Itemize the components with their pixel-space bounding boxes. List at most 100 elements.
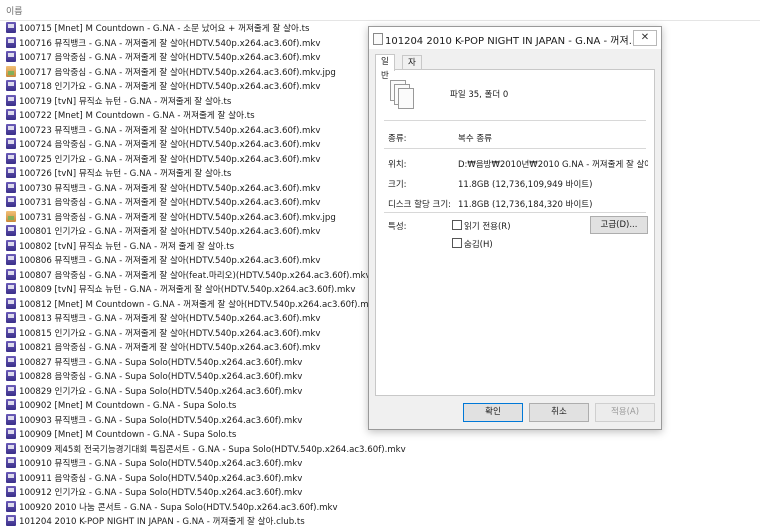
file-name: 100815 인기가요 - G.NA - 꺼져줄게 잘 살아(HDTV.540p… <box>19 328 321 339</box>
size-value: 11.8GB (12,736,109,949 바이트) <box>458 180 593 190</box>
file-name: 100724 음악중심 - G.NA - 꺼져줄게 잘 살아(HDTV.540p… <box>19 140 321 150</box>
advanced-button[interactable]: 고급(D)... <box>590 216 648 234</box>
readonly-label[interactable]: 읽기 전용(R) <box>464 220 511 232</box>
file-name: 100902 [Mnet] M Countdown - G.NA - Supa … <box>19 401 237 411</box>
dialog-title: 101204 2010 K-POP NIGHT IN JAPAN - G.NA … <box>385 36 639 47</box>
video-file-icon <box>6 225 16 236</box>
file-row[interactable]: 101204 2010 K-POP NIGHT IN JAPAN - G.NA … <box>0 515 760 530</box>
cancel-button[interactable]: 취소 <box>529 403 589 422</box>
video-file-icon <box>6 22 16 33</box>
video-file-icon <box>6 51 16 62</box>
file-name: 100719 [tvN] 뮤직쇼 뉴턴 - G.NA - 꺼져줄게 잘 살아.t… <box>19 96 232 107</box>
file-name: 100718 인기가요 - G.NA - 꺼져줄게 잘 살아(HDTV.540p… <box>19 82 321 92</box>
video-file-icon <box>6 428 16 439</box>
file-row[interactable]: 100912 인기가요 - G.NA - Supa Solo(HDTV.540p… <box>0 486 760 501</box>
video-file-icon <box>6 181 16 193</box>
video-file-icon <box>6 283 16 294</box>
video-file-icon <box>6 384 16 396</box>
video-file-icon <box>6 80 16 91</box>
video-file-icon <box>6 109 16 120</box>
video-file-icon <box>6 413 16 425</box>
video-file-icon <box>6 268 16 280</box>
file-row[interactable]: 100909 [Mnet] M Countdown - G.NA - Supa … <box>0 428 760 443</box>
video-file-icon <box>6 515 16 526</box>
video-file-icon <box>6 341 16 352</box>
multiple-files-icon <box>390 80 414 110</box>
file-row[interactable]: 100910 뮤직뱅크 - G.NA - Supa Solo(HDTV.540p… <box>0 457 760 472</box>
file-name: 100717 음악중심 - G.NA - 꺼져줄게 잘 살아(HDTV.540p… <box>19 67 336 78</box>
apply-button[interactable]: 적용(A) <box>595 403 655 422</box>
location-value: D:₩음방₩2010년₩2010 G.NA - 꺼져줄게 잘 살아 <box>458 160 648 170</box>
video-file-icon <box>6 326 16 338</box>
properties-dialog: 101204 2010 K-POP NIGHT IN JAPAN - G.NA … <box>368 26 662 430</box>
file-name: 100828 음악중심 - G.NA - Supa Solo(HDTV.540p… <box>19 372 303 382</box>
file-name: 100731 음악중심 - G.NA - 꺼져줄게 잘 살아(HDTV.540p… <box>19 212 336 223</box>
hidden-label[interactable]: 숨김(H) <box>464 238 493 250</box>
file-name: 100802 [tvN] 뮤직쇼 뉴턴 - G.NA - 꺼져 줄게 잘 살아.… <box>19 241 235 252</box>
video-file-icon <box>6 457 16 468</box>
file-name: 100829 인기가요 - G.NA - Supa Solo(HDTV.540p… <box>19 386 303 397</box>
type-value: 복수 종류 <box>458 134 492 144</box>
divider <box>384 212 646 213</box>
file-name: 100903 뮤직뱅크 - G.NA - Supa Solo(HDTV.540p… <box>19 415 303 426</box>
file-name: 100723 뮤직뱅크 - G.NA - 꺼져줄게 잘 살아(HDTV.540p… <box>19 125 321 136</box>
file-name: 100809 [tvN] 뮤직쇼 뉴턴 - G.NA - 꺼져줄게 잘 살아(H… <box>19 285 356 295</box>
video-file-icon <box>6 355 16 367</box>
divider <box>384 148 646 149</box>
file-name: 100726 [tvN] 뮤직쇼 뉴턴 - G.NA - 꺼져줄게 잘 살아.t… <box>19 169 232 179</box>
size-label: 크기: <box>388 180 407 190</box>
video-file-icon <box>6 239 16 251</box>
hidden-checkbox[interactable] <box>452 238 462 248</box>
ok-button[interactable]: 확인 <box>463 403 523 422</box>
video-file-icon <box>6 123 16 135</box>
column-header-name[interactable]: 이름 <box>6 4 23 17</box>
video-file-icon <box>6 442 16 454</box>
file-name: 100911 음악중심 - G.NA - Supa Solo(HDTV.540p… <box>19 473 303 484</box>
file-row[interactable]: 100909 제45회 전국기능경기대회 특집콘서트 - G.NA - Supa… <box>0 442 760 458</box>
file-name: 100717 음악중심 - G.NA - 꺼져줄게 잘 살아(HDTV.540p… <box>19 53 321 63</box>
file-name: 100909 제45회 전국기능경기대회 특집콘서트 - G.NA - Supa… <box>19 444 406 455</box>
video-file-icon <box>6 370 16 381</box>
image-file-icon <box>6 65 16 77</box>
tab-details[interactable]: 자세히 <box>402 55 422 96</box>
file-name: 100827 뮤직뱅크 - G.NA - Supa Solo(HDTV.540p… <box>19 357 303 368</box>
file-name: 100731 음악중심 - G.NA - 꺼져줄게 잘 살아(HDTV.540p… <box>19 198 321 208</box>
video-file-icon <box>6 471 16 483</box>
video-file-icon <box>6 312 16 323</box>
video-file-icon <box>6 254 16 265</box>
dialog-titlebar[interactable]: 101204 2010 K-POP NIGHT IN JAPAN - G.NA … <box>369 27 661 49</box>
divider <box>384 120 646 121</box>
file-name: 100821 음악중심 - G.NA - 꺼져줄게 잘 살아(HDTV.540p… <box>19 343 321 353</box>
file-name: 100807 음악중심 - G.NA - 꺼져줄게 잘 살아(feat.마리오)… <box>19 270 371 281</box>
video-file-icon <box>6 138 16 149</box>
video-file-icon <box>6 152 16 164</box>
file-name: 100812 [Mnet] M Countdown - G.NA - 꺼져줄게 … <box>19 299 379 310</box>
file-count: 파일 35, 폴더 0 <box>450 90 509 100</box>
file-name: 100715 [Mnet] M Countdown - G.NA - 소문 났어… <box>19 24 310 34</box>
file-name: 100806 뮤직뱅크 - G.NA - 꺼져줄게 잘 살아(HDTV.540p… <box>19 256 321 266</box>
file-row[interactable]: 100911 음악중심 - G.NA - Supa Solo(HDTV.540p… <box>0 471 760 487</box>
file-name: 100716 뮤직뱅크 - G.NA - 꺼져줄게 잘 살아(HDTV.540p… <box>19 38 321 49</box>
location-label: 위치: <box>388 160 407 170</box>
file-name: 100912 인기가요 - G.NA - Supa Solo(HDTV.540p… <box>19 488 303 498</box>
file-name: 100920 2010 나눔 콘서트 - G.NA - Supa Solo(HD… <box>19 502 338 513</box>
file-name: 100910 뮤직뱅크 - G.NA - Supa Solo(HDTV.540p… <box>19 459 303 469</box>
file-name: 100725 인기가요 - G.NA - 꺼져줄게 잘 살아(HDTV.540p… <box>19 154 321 165</box>
file-row[interactable]: 100920 2010 나눔 콘서트 - G.NA - Supa Solo(HD… <box>0 500 760 516</box>
file-name: 100801 인기가요 - G.NA - 꺼져줄게 잘 살아(HDTV.540p… <box>19 227 321 237</box>
close-button[interactable]: ✕ <box>633 30 657 46</box>
disk-size-value: 11.8GB (12,736,184,320 바이트) <box>458 200 593 210</box>
readonly-checkbox[interactable] <box>452 220 462 230</box>
video-file-icon <box>6 36 16 48</box>
video-file-icon <box>6 486 16 497</box>
video-file-icon <box>6 399 16 410</box>
video-file-icon <box>6 167 16 178</box>
file-name: 101204 2010 K-POP NIGHT IN JAPAN - G.NA … <box>19 517 305 527</box>
document-icon <box>373 33 383 45</box>
tab-general[interactable]: 일반 <box>375 54 395 81</box>
video-file-icon <box>6 196 16 207</box>
video-file-icon <box>6 94 16 106</box>
attributes-label: 특성: <box>388 222 407 232</box>
column-header[interactable]: 이름 <box>0 0 760 21</box>
file-name: 100909 [Mnet] M Countdown - G.NA - Supa … <box>19 430 237 440</box>
